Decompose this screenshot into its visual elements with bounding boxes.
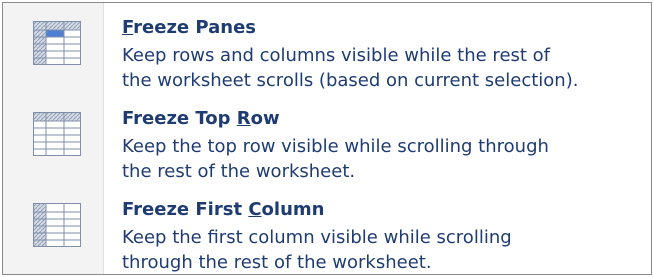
freeze-first-column-icon (33, 203, 81, 247)
menu-item-description: Keep rows and columns visible while the … (122, 45, 579, 91)
freeze-top-row-icon (33, 112, 81, 156)
menu-item-title: Freeze Top Row (122, 108, 280, 129)
menu-item-description: Keep the first column visible while scro… (122, 227, 512, 273)
accelerator-key: C (248, 199, 262, 220)
menu-item-freeze-first-column[interactable]: Freeze First Column Keep the first colum… (3, 191, 651, 277)
accelerator-key: R (236, 108, 251, 129)
menu-item-freeze-top-row[interactable]: Freeze Top Row Keep the top row visible … (3, 100, 651, 188)
menu-item-freeze-panes[interactable]: Freeze Panes Keep rows and columns visib… (3, 9, 651, 97)
menu-item-title: Freeze First Column (122, 199, 325, 220)
menu-item-description: Keep the top row visible while scrolling… (122, 136, 549, 182)
freeze-panes-menu: Freeze Panes Keep rows and columns visib… (2, 2, 652, 275)
freeze-panes-icon (33, 21, 81, 65)
menu-item-title: Freeze Panes (122, 17, 256, 38)
accelerator-key: F (122, 17, 134, 38)
